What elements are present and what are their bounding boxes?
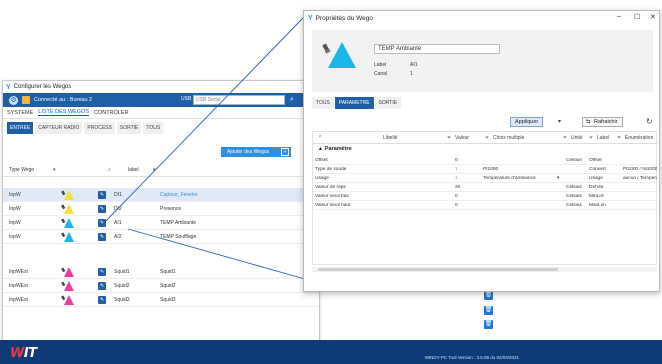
- param-valeur: 0: [455, 194, 458, 199]
- choice-dropdown-icon[interactable]: ▾: [557, 176, 559, 181]
- grid-header: ^ Libellé ⏷ Valeur ⏷ Choix multiple ⏷ Unité ⏷ Lab…: [313, 132, 658, 144]
- collapse-icon: ▴: [319, 146, 324, 152]
- minimize-icon[interactable]: –: [617, 13, 621, 20]
- param-label: MaxLim: [589, 203, 606, 208]
- refresh-prefix-icon: ⇆: [586, 119, 591, 125]
- label-key: Label: [374, 62, 387, 68]
- column-header[interactable]: Label: [597, 135, 609, 141]
- param-label: Offset: [589, 158, 602, 163]
- sensor-triangle-icon: [322, 42, 356, 68]
- param-valeur: 0: [455, 158, 458, 163]
- apply-label: Appliquer: [515, 119, 539, 125]
- param-libelle: Type de sonde: [315, 167, 347, 172]
- param-label: MinLim: [589, 194, 605, 199]
- param-libelle: Valeur seuil haut: [315, 203, 351, 208]
- canal-key: Canal: [374, 71, 388, 77]
- param-choix: Pt1000: [483, 167, 499, 172]
- column-header[interactable]: Libellé: [383, 135, 397, 141]
- column-filter-icon[interactable]: ⏷: [589, 135, 593, 141]
- canal-value: 1: [410, 71, 413, 77]
- label-value: AI1: [410, 62, 418, 68]
- properties-titlebar: Y Propriétés du Wego: [304, 11, 659, 25]
- param-unite: Celsius: [566, 158, 582, 163]
- refresh-button[interactable]: ⇆ Rafraichir: [582, 117, 623, 127]
- param-choix: Température d'ambiance: [483, 176, 536, 181]
- parameter-row[interactable]: Valeur de repli 20 Celsius DefVal: [313, 183, 658, 192]
- parameter-row[interactable]: Usage 1 Température d'ambiance Usage aucun /…: [313, 174, 658, 183]
- refresh-label: Rafraichir: [594, 119, 618, 125]
- screen: Y Configurer les Wegos ⚙ Connecté au : B…: [0, 0, 662, 364]
- param-libelle: Usage: [315, 176, 329, 181]
- column-filter-icon[interactable]: ⏷: [563, 135, 567, 141]
- param-label: DefVal: [589, 185, 604, 190]
- param-libelle: Offset: [315, 158, 328, 163]
- properties-tab[interactable]: SORTIE: [374, 97, 402, 109]
- param-enum: Pt1000 / Ni1000 / ...: [623, 167, 657, 172]
- wego-properties-window: Y Propriétés du Wego – ☐ ✕ TEMP Ambiante…: [303, 10, 660, 292]
- param-libelle: Valeur seuil bas: [315, 194, 349, 199]
- sort-icon[interactable]: ^: [319, 135, 321, 141]
- section-title: Paramètre: [324, 146, 352, 152]
- properties-tab[interactable]: PARAMETRE: [334, 97, 374, 109]
- parameter-row[interactable]: Valeur seuil haut 0 Celsius MaxLim: [313, 201, 658, 210]
- callout-line-bottom: [127, 228, 320, 284]
- param-enum: aucun / Tempéra...: [623, 176, 657, 181]
- param-label: Convert: [589, 167, 606, 172]
- maximize-icon[interactable]: ☐: [634, 13, 640, 21]
- param-valeur: 20: [455, 185, 461, 190]
- column-header[interactable]: Unité: [571, 135, 583, 141]
- wego-name-input[interactable]: TEMP Ambiante: [374, 44, 500, 54]
- properties-title: Propriétés du Wego: [315, 14, 374, 22]
- column-header[interactable]: Énumération: [625, 135, 653, 141]
- column-filter-icon[interactable]: ⏷: [617, 135, 621, 141]
- column-header[interactable]: Valeur: [455, 135, 469, 141]
- horizontal-scrollbar[interactable]: [312, 267, 657, 272]
- apply-dropdown-icon[interactable]: ▾: [558, 118, 561, 125]
- param-valeur: 1: [455, 167, 458, 172]
- column-header[interactable]: Choix multiple: [493, 135, 524, 141]
- param-valeur: 0: [455, 203, 458, 208]
- scrollbar-thumb[interactable]: [318, 268, 558, 271]
- param-unite: Celsius: [566, 185, 582, 190]
- reload-icon[interactable]: ↻: [646, 117, 653, 126]
- param-libelle: Valeur de repli: [315, 185, 346, 190]
- app-logo-icon: Y: [308, 14, 313, 22]
- column-filter-icon[interactable]: ⏷: [447, 135, 451, 141]
- param-valeur: 1: [455, 176, 458, 181]
- properties-tabs: TOUS PARAMETRE SORTIE: [312, 97, 402, 109]
- close-icon[interactable]: ✕: [650, 13, 656, 21]
- apply-button[interactable]: Appliquer: [510, 117, 544, 127]
- properties-tab[interactable]: TOUS: [312, 97, 334, 109]
- parameter-row[interactable]: Type de sonde 1 Pt1000 Convert Pt1000 / Ni10…: [313, 165, 658, 174]
- param-unite: Celsius: [566, 203, 582, 208]
- callout-line-top: [100, 17, 304, 227]
- grid-section[interactable]: ▴ Paramètre: [313, 144, 658, 155]
- param-unite: Celsius: [566, 194, 582, 199]
- parameter-row[interactable]: Valeur seuil bas 0 Celsius MinLim: [313, 192, 658, 201]
- param-label: Usage: [589, 176, 603, 181]
- column-filter-icon[interactable]: ⏷: [485, 135, 489, 141]
- wego-header: TEMP Ambiante Label AI1 Canal 1: [312, 30, 653, 92]
- parameters-grid: ^ Libellé ⏷ Valeur ⏷ Choix multiple ⏷ Unité ⏷ Lab…: [312, 131, 658, 265]
- parameter-row[interactable]: Offset 0 Celsius Offset: [313, 156, 658, 165]
